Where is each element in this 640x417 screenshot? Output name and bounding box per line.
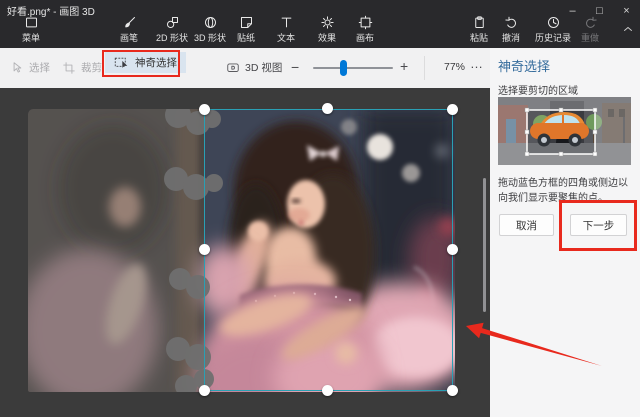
divider bbox=[424, 56, 425, 80]
select-cursor-icon bbox=[10, 61, 24, 75]
tab-label: 画笔 bbox=[120, 31, 138, 44]
zoom-slider-thumb[interactable] bbox=[340, 60, 347, 76]
panel-subtitle: 选择要剪切的区域 bbox=[498, 82, 578, 97]
magic-select-region[interactable] bbox=[204, 109, 453, 391]
selection-handle-top-right[interactable] bbox=[447, 104, 458, 115]
undo-icon bbox=[504, 15, 519, 30]
crop-tool-label: 裁剪 bbox=[81, 60, 102, 75]
text-icon bbox=[279, 15, 294, 30]
tab-canvas[interactable]: 画布 bbox=[335, 15, 395, 44]
tab-label: 效果 bbox=[318, 31, 336, 44]
redo-icon bbox=[583, 15, 598, 30]
tab-label: 文本 bbox=[277, 31, 295, 44]
tab-label: 画布 bbox=[356, 31, 374, 44]
undo-label: 撤消 bbox=[502, 31, 520, 44]
selection-handle-bottom-right[interactable] bbox=[447, 385, 458, 396]
crop-tool-button[interactable]: 裁剪 bbox=[62, 60, 102, 75]
panel-description: 拖动蓝色方框的四角或侧边以向我们显示要聚焦的点。 bbox=[498, 176, 633, 206]
magic-select-button[interactable]: 神奇选择 bbox=[105, 52, 186, 73]
tab-label: 贴纸 bbox=[237, 31, 255, 44]
canvas-icon bbox=[358, 15, 373, 30]
selection-handle-middle-right[interactable] bbox=[447, 244, 458, 255]
canvas-area bbox=[0, 88, 490, 417]
history-icon bbox=[546, 15, 561, 30]
brush-icon bbox=[122, 15, 137, 30]
car-illustration bbox=[498, 97, 631, 165]
paint3d-window: 好看.png* - 画图 3D – □ × 菜单 画笔 2D 形状 3D 形状 … bbox=[0, 0, 640, 417]
chevron-up-icon bbox=[621, 23, 635, 35]
selection-handle-bottom-center[interactable] bbox=[322, 385, 333, 396]
shapes-2d-icon bbox=[165, 15, 180, 30]
cancel-button[interactable]: 取消 bbox=[499, 214, 554, 236]
view-3d-icon bbox=[226, 61, 240, 75]
redo-label: 重做 bbox=[581, 31, 599, 44]
view-3d-button[interactable]: 3D 视图 bbox=[226, 60, 282, 75]
collapse-ribbon-button[interactable] bbox=[621, 22, 639, 36]
magic-select-label: 神奇选择 bbox=[135, 55, 177, 70]
selection-handle-bottom-left[interactable] bbox=[199, 385, 210, 396]
zoom-out-button[interactable]: − bbox=[291, 59, 299, 75]
effects-icon bbox=[320, 15, 335, 30]
zoom-percent[interactable]: 77% bbox=[444, 61, 465, 73]
next-button[interactable]: 下一步 bbox=[570, 214, 627, 236]
panel-title: 神奇选择 bbox=[498, 56, 550, 75]
menu-button[interactable]: 菜单 bbox=[1, 15, 61, 44]
magic-select-icon bbox=[114, 56, 129, 69]
vertical-scrollbar-thumb[interactable] bbox=[483, 178, 486, 312]
zoom-slider-track[interactable] bbox=[313, 67, 393, 69]
crop-icon bbox=[62, 61, 76, 75]
menu-label: 菜单 bbox=[22, 31, 40, 44]
magic-select-panel: 神奇选择 选择要剪切的区域 bbox=[490, 48, 640, 417]
magic-select-illustration bbox=[498, 97, 631, 165]
zoom-in-button[interactable]: + bbox=[400, 58, 408, 74]
selection-handle-top-center[interactable] bbox=[322, 103, 333, 114]
select-tool-button[interactable]: 选择 bbox=[10, 60, 50, 75]
sticker-icon bbox=[239, 15, 254, 30]
selection-handle-middle-left[interactable] bbox=[199, 244, 210, 255]
selection-handle-top-left[interactable] bbox=[199, 104, 210, 115]
more-options-button[interactable]: … bbox=[470, 56, 483, 71]
view-3d-label: 3D 视图 bbox=[245, 60, 282, 75]
select-tool-label: 选择 bbox=[29, 60, 50, 75]
menu-icon bbox=[24, 15, 39, 30]
redo-button: 重做 bbox=[560, 15, 620, 44]
title-bar: 好看.png* - 画图 3D – □ × 菜单 画笔 2D 形状 3D 形状 … bbox=[0, 0, 640, 48]
